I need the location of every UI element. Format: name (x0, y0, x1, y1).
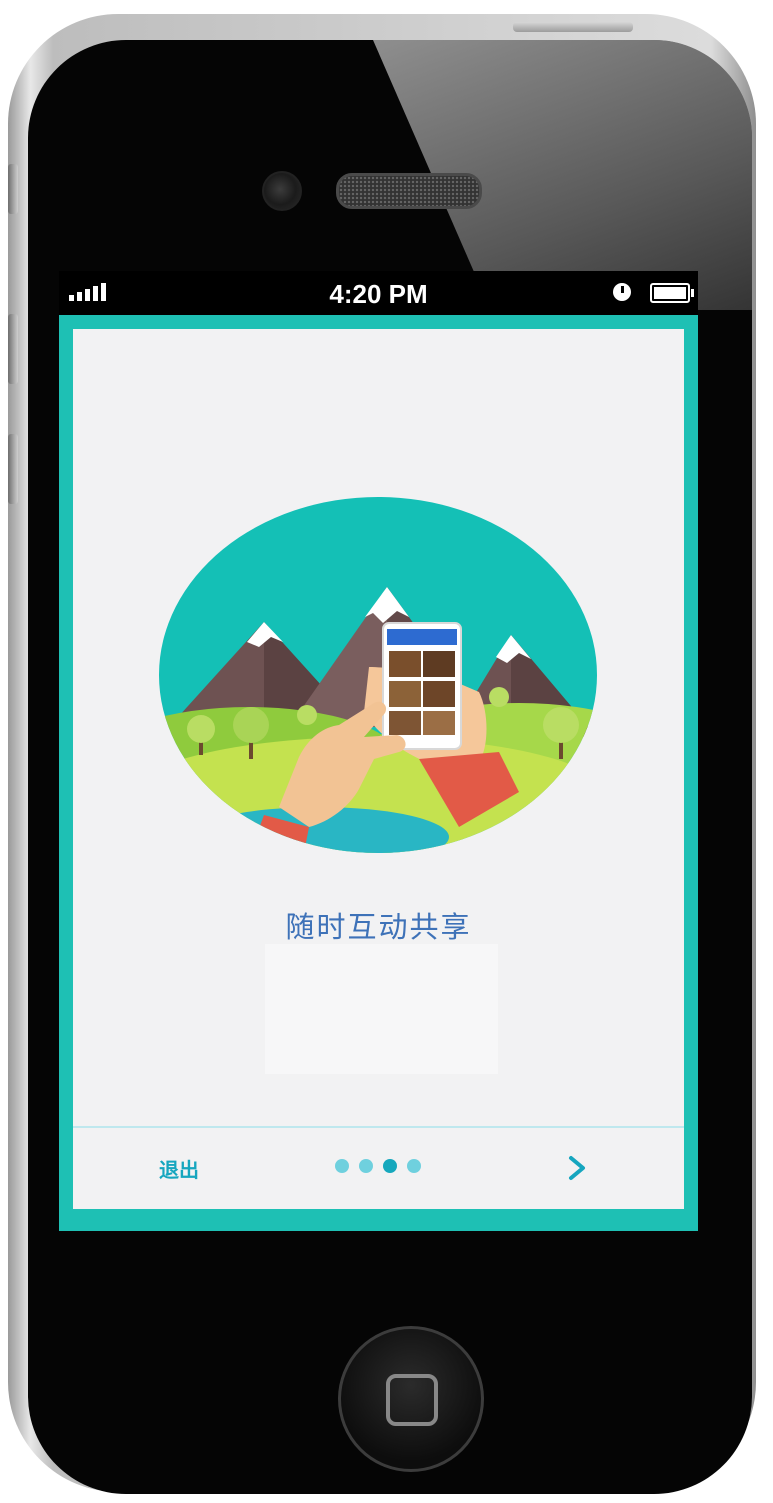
page-dot-3-active[interactable] (383, 1159, 397, 1173)
page-dot-4[interactable] (407, 1159, 421, 1173)
onboarding-caption: 随时互动共享 (285, 910, 472, 944)
clock-icon (613, 283, 631, 301)
power-button (513, 22, 633, 32)
home-square-icon (386, 1374, 438, 1426)
front-camera-icon (262, 171, 302, 211)
onboarding-page: 随时互动共享 退出 (73, 329, 684, 1209)
onboarding-nav-bar: 退出 (73, 1128, 684, 1209)
exit-button[interactable]: 退出 (159, 1154, 199, 1183)
status-bar: 4:20 PM (59, 271, 698, 315)
volume-down-button (8, 434, 18, 504)
mountain-phone-illustration (159, 497, 597, 853)
battery-icon (650, 283, 694, 303)
mute-switch (8, 164, 18, 214)
chevron-right-icon (569, 1156, 585, 1180)
page-dot-2[interactable] (359, 1159, 373, 1173)
app-frame: 随时互动共享 退出 (59, 315, 698, 1231)
phone-screen: 4:20 PM 随时互动共享 退出 (59, 271, 698, 1231)
earpiece-speaker (336, 173, 482, 209)
status-time: 4:20 PM (329, 279, 428, 309)
page-indicator (335, 1159, 421, 1173)
volume-up-button (8, 314, 18, 384)
next-button[interactable] (563, 1148, 593, 1188)
home-button[interactable] (338, 1326, 484, 1472)
blank-panel (265, 944, 498, 1074)
page-dot-1[interactable] (335, 1159, 349, 1173)
